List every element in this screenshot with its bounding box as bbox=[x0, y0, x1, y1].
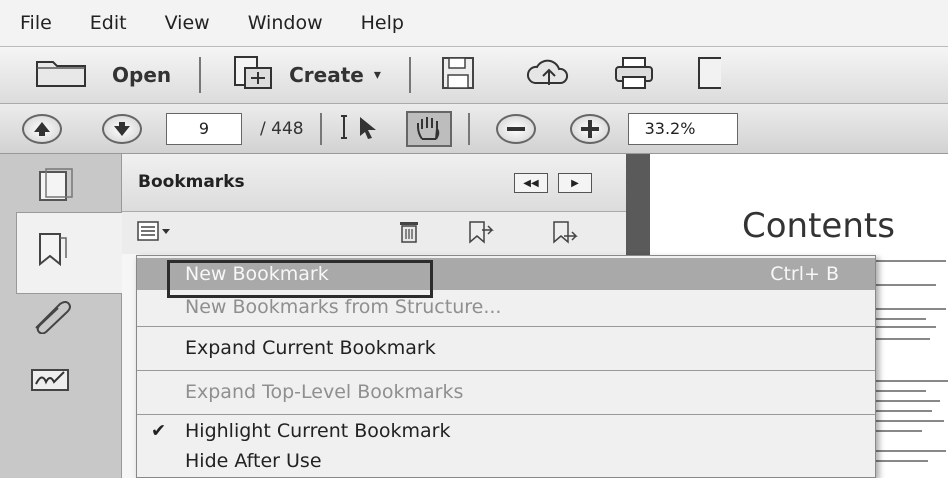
expand-panel-button[interactable]: ▶ bbox=[558, 173, 592, 193]
arrow-up-icon bbox=[34, 121, 50, 136]
hand-tool-button[interactable] bbox=[405, 110, 452, 147]
main-toolbar: Open Create ▾ bbox=[0, 46, 948, 104]
chevron-down-icon: ▾ bbox=[373, 67, 381, 83]
menu-item-new-bookmarks-from-structure[interactable]: New Bookmarks from Structure... bbox=[137, 290, 875, 324]
collapse-panel-button[interactable]: ◀◀ bbox=[514, 173, 548, 193]
checkmark-icon: ✔ bbox=[151, 420, 167, 442]
menu-bar: File Edit View Window Help bbox=[0, 0, 948, 46]
folder-icon bbox=[34, 56, 90, 95]
create-pdf-icon bbox=[229, 54, 277, 97]
menu-item-expand-top-level-bookmarks[interactable]: Expand Top-Level Bookmarks bbox=[137, 372, 875, 412]
trash-icon[interactable] bbox=[396, 218, 422, 250]
new-bookmark-icon[interactable] bbox=[466, 218, 496, 250]
doc-text-line bbox=[866, 420, 944, 422]
arrow-down-icon bbox=[114, 121, 130, 136]
plus-icon bbox=[580, 119, 599, 138]
menu-window[interactable]: Window bbox=[248, 12, 323, 34]
navigation-rail bbox=[0, 154, 122, 478]
document-heading: Contents bbox=[742, 206, 895, 246]
attachment-icon[interactable] bbox=[28, 298, 78, 338]
floppy-disk-icon[interactable] bbox=[439, 55, 479, 95]
doc-text-line bbox=[866, 326, 936, 328]
open-button[interactable]: Open bbox=[34, 56, 171, 95]
toolbar-separator bbox=[467, 112, 470, 145]
doc-text-line bbox=[866, 308, 946, 310]
menu-file[interactable]: File bbox=[20, 12, 52, 34]
options-menu-icon[interactable] bbox=[136, 220, 176, 248]
navigation-toolbar: 9 / 448 33.2% bbox=[0, 104, 948, 154]
create-button[interactable]: Create ▾ bbox=[229, 54, 381, 97]
toolbar-separator bbox=[319, 112, 322, 145]
doc-text-line bbox=[866, 260, 946, 262]
cloud-upload-icon[interactable] bbox=[525, 55, 573, 95]
doc-text-line bbox=[866, 450, 946, 452]
menu-item-expand-current-bookmark[interactable]: Expand Current Bookmark bbox=[137, 328, 875, 368]
hand-icon bbox=[416, 116, 439, 140]
zoom-out-button[interactable] bbox=[495, 113, 536, 144]
page-number-input[interactable]: 9 bbox=[166, 112, 242, 145]
menu-edit[interactable]: Edit bbox=[90, 12, 127, 34]
toolbar-separator bbox=[199, 57, 202, 93]
menu-item-label: Expand Top-Level Bookmarks bbox=[185, 381, 464, 403]
document-icon[interactable] bbox=[697, 55, 730, 95]
open-label: Open bbox=[112, 63, 172, 87]
right-arrow-icon: ▶ bbox=[571, 177, 579, 189]
toolbar-separator bbox=[408, 57, 411, 93]
pages-icon[interactable] bbox=[28, 168, 88, 208]
page-up-button[interactable] bbox=[22, 113, 62, 144]
bookmark-options-menu: New Bookmark Ctrl+ B New Bookmarks from … bbox=[136, 255, 876, 478]
page-down-button[interactable] bbox=[102, 113, 142, 144]
menu-divider bbox=[137, 326, 875, 327]
menu-item-label: Highlight Current Bookmark bbox=[185, 420, 451, 442]
zoom-in-button[interactable] bbox=[569, 113, 610, 144]
menu-item-label: Hide After Use bbox=[185, 450, 322, 472]
bookmark-icon[interactable] bbox=[28, 230, 78, 274]
move-bookmark-icon[interactable] bbox=[550, 218, 580, 250]
zoom-input[interactable]: 33.2% bbox=[627, 112, 738, 145]
double-left-arrow-icon: ◀◀ bbox=[523, 177, 539, 189]
menu-item-label: New Bookmarks from Structure... bbox=[185, 296, 502, 318]
doc-text-line bbox=[866, 380, 948, 382]
create-label: Create bbox=[289, 63, 364, 87]
doc-text-line bbox=[866, 284, 936, 286]
menu-view[interactable]: View bbox=[165, 12, 210, 34]
menu-divider bbox=[137, 370, 875, 371]
bookmarks-toolbar bbox=[122, 212, 626, 254]
menu-item-highlight-current-bookmark[interactable]: ✔ Highlight Current Bookmark bbox=[137, 416, 875, 446]
bookmarks-title: Bookmarks bbox=[138, 172, 245, 192]
menu-item-new-bookmark[interactable]: New Bookmark Ctrl+ B bbox=[137, 258, 875, 298]
printer-icon[interactable] bbox=[613, 55, 657, 95]
menu-item-shortcut: Ctrl+ B bbox=[770, 263, 839, 285]
menu-divider bbox=[137, 414, 875, 415]
menu-item-hide-after-use[interactable]: Hide After Use bbox=[137, 446, 875, 476]
bookmarks-header: Bookmarks ◀◀ ▶ bbox=[122, 154, 626, 212]
page-total: / 448 bbox=[260, 118, 304, 139]
menu-help[interactable]: Help bbox=[361, 12, 404, 34]
minus-icon bbox=[506, 126, 525, 131]
menu-item-label: Expand Current Bookmark bbox=[185, 337, 436, 359]
signature-icon[interactable] bbox=[28, 364, 78, 398]
doc-text-line bbox=[866, 400, 940, 402]
select-cursor-icon[interactable] bbox=[338, 112, 388, 146]
